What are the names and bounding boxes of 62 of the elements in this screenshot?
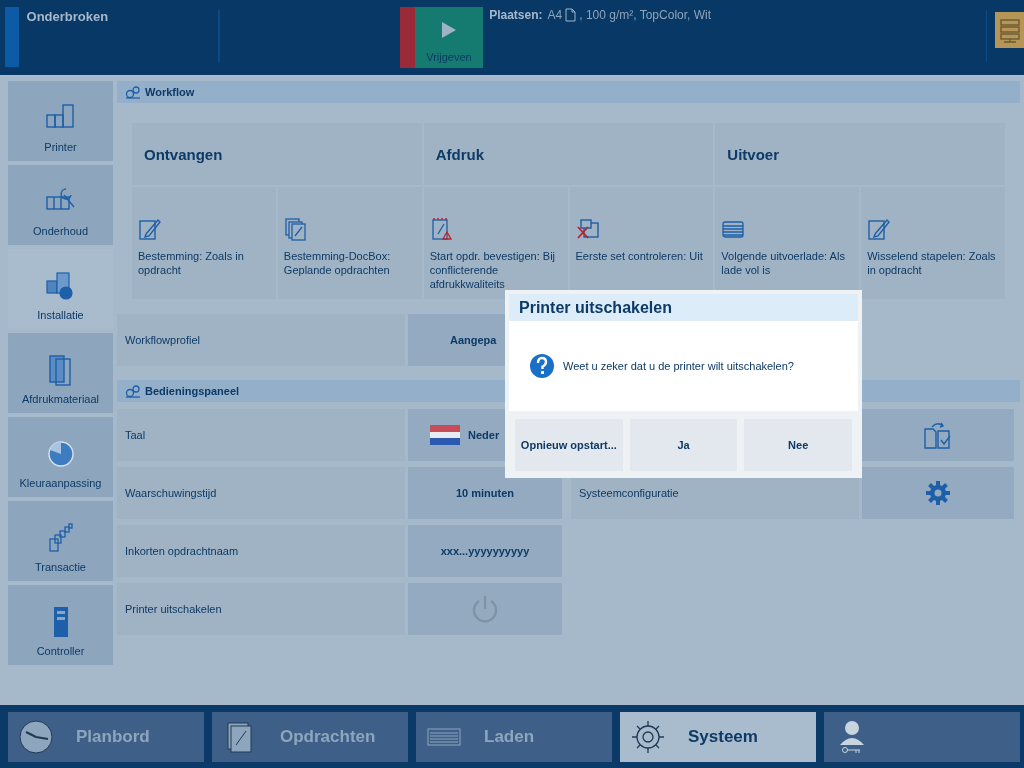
sidebar-item[interactable]: Transactie — [8, 501, 113, 581]
navigation-tab[interactable]: Laden — [416, 712, 612, 762]
workflow-setting-tile[interactable]: Wisselend stapelen: Zoals in opdracht — [861, 187, 1006, 299]
setting-label: Taal — [117, 409, 405, 461]
crossed-document-icon — [575, 217, 600, 241]
edit-document-icon — [867, 217, 892, 241]
server-button[interactable] — [995, 12, 1024, 48]
workflow-setting-tile[interactable]: Bestemming: Zoals in opdracht — [132, 187, 276, 299]
workflow-stage-header: Ontvangen — [132, 123, 422, 185]
navigation-tab[interactable]: Planbord — [8, 712, 204, 762]
navigation-tab[interactable] — [824, 712, 1020, 762]
workflow-setting-tile[interactable]: Bestemming-DocBox: Geplande opdrachten — [277, 187, 422, 299]
setting-text: Wisselend stapelen: Zoals in opdracht — [867, 249, 997, 277]
flag-icon — [430, 425, 460, 445]
setting-text: Eerste set controleren: Uit — [575, 249, 703, 263]
setting-text: Start opdr. bevestigen: Bij conflicterende afdrukkwaliteits — [429, 249, 557, 291]
settings-icon — [925, 480, 951, 506]
setting-text: Volgende uitvoerlade: Als lade vol is — [721, 249, 846, 277]
setting-label: Waarschuwingstijd — [117, 467, 405, 519]
sidebar-item[interactable]: Afdrukmateriaal — [8, 333, 113, 413]
setting-text: Bestemming: Zoals in opdracht — [138, 249, 245, 277]
workflow-icon — [125, 85, 141, 99]
power-button[interactable] — [408, 583, 562, 635]
dialog-button[interactable]: Nee — [744, 419, 852, 471]
dialog-button[interactable]: Opnieuw opstart... — [515, 419, 623, 471]
setting-text: Bestemming-DocBox: Geplande opdrachten — [283, 249, 392, 277]
workflow-setting-tile[interactable]: Start opdr. bevestigen: Bij conflicterende afdrukkwaliteits — [423, 187, 568, 299]
workflow-stage-header: Afdruk — [423, 123, 714, 185]
status-text: Onderbroken — [26, 8, 109, 26]
section-title: Workflow — [145, 86, 195, 98]
documents-icon — [283, 217, 308, 241]
sidebar-item[interactable]: Kleuraanpassing — [8, 417, 113, 497]
dialog-button[interactable]: Ja — [629, 419, 738, 471]
media-label: Plaatsen: — [489, 8, 543, 22]
clock-icon — [18, 719, 54, 755]
warning-document-icon — [429, 217, 454, 241]
error-marker — [399, 7, 415, 68]
document-check-icon — [923, 421, 953, 449]
setting-label: Printer uitschakelen — [117, 583, 405, 635]
play-icon — [440, 21, 457, 39]
setting-value-button[interactable]: 10 minuten — [408, 467, 562, 519]
setting-icon-button[interactable] — [862, 467, 1014, 519]
setting-icon-button[interactable] — [862, 409, 1014, 461]
media-size: A4 — [547, 8, 563, 22]
workflow-icon — [125, 384, 141, 398]
status-marker — [5, 7, 19, 67]
media-details: , 100 g/m², TopColor, Wit — [579, 8, 712, 22]
sidebar-item[interactable]: Printer — [8, 81, 113, 161]
setting-label: Workflowprofiel — [117, 314, 405, 366]
workflow-stage-header: Uitvoer — [715, 123, 1005, 185]
navigation-tab[interactable]: Opdrachten — [212, 712, 408, 762]
sidebar-item[interactable]: Controller — [8, 585, 113, 665]
setting-value-button[interactable]: xxx...yyyyyyyyyy — [408, 525, 562, 577]
page-icon — [565, 8, 577, 22]
section-title: Bedieningspaneel — [145, 385, 240, 397]
navigation-tab[interactable]: Systeem — [620, 712, 816, 762]
question-icon — [529, 353, 555, 379]
edit-document-icon — [138, 217, 162, 241]
dialog-message: Weet u zeker dat u de printer wilt uitschakelen? — [563, 360, 794, 372]
setting-label: Inkorten opdrachtnaam — [117, 525, 405, 577]
sidebar-item[interactable]: Onderhoud — [8, 165, 113, 245]
settings-icon — [630, 719, 666, 755]
